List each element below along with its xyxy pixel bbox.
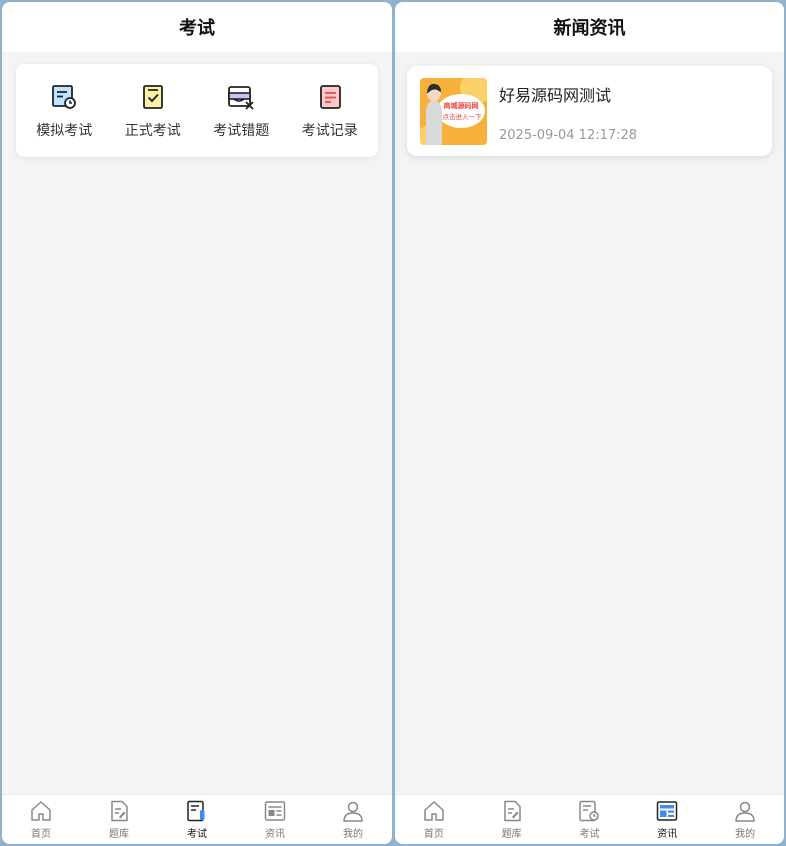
tab-home[interactable]: 首页 <box>6 799 76 840</box>
news-screen: 新闻资讯 商城源码网 点击进入一下 好易源码网测试 2025-09-04 12:… <box>395 2 784 844</box>
tab-exam-label: 考试 <box>187 829 207 840</box>
wrong-questions-label: 考试错题 <box>213 122 270 139</box>
tab-profile[interactable]: 我的 <box>710 799 780 840</box>
profile-icon <box>735 801 755 822</box>
exam-menu-card: 模拟考试 正式考试 考试错题 考试记录 <box>16 64 378 157</box>
news-text: 好易源码网测试 2025-09-04 12:17:28 <box>499 78 637 145</box>
tab-home-label: 首页 <box>423 829 444 840</box>
profile-icon <box>343 801 363 822</box>
tab-home[interactable]: 首页 <box>399 799 469 840</box>
tab-exam-label: 考试 <box>579 829 600 840</box>
tab-question-bank[interactable]: 题库 <box>84 799 154 840</box>
mock-exam-button[interactable]: 模拟考试 <box>23 82 105 140</box>
news-thumbnail-image: 商城源码网 点击进入一下 <box>420 77 487 145</box>
tab-news[interactable]: 资讯 <box>632 799 702 840</box>
tab-news-label: 资讯 <box>265 829 285 840</box>
home-icon <box>424 801 444 821</box>
tab-question-bank[interactable]: 题库 <box>477 799 547 840</box>
formal-exam-button[interactable]: 正式考试 <box>112 82 194 140</box>
wrong-questions-button[interactable]: 考试错题 <box>200 82 282 140</box>
tab-news[interactable]: 资讯 <box>240 799 310 840</box>
question-bank-icon <box>503 800 521 822</box>
tab-question-bank-label: 题库 <box>109 829 129 840</box>
tab-news-label: 资讯 <box>657 829 678 840</box>
tab-profile-label: 我的 <box>343 829 363 840</box>
formal-exam-label: 正式考试 <box>124 122 181 139</box>
exam-icon <box>579 800 600 822</box>
news-thumbnail: 商城源码网 点击进入一下 <box>420 77 487 145</box>
exam-screen: 考试 模拟考试 正式考试 考试错题 考试记录 首页 题库 考试 资讯 我的 <box>2 2 392 844</box>
tab-question-bank-label: 题库 <box>501 829 522 840</box>
exam-record-button[interactable]: 考试记录 <box>289 82 371 140</box>
tab-home-label: 首页 <box>31 829 51 840</box>
tab-profile-label: 我的 <box>735 829 756 840</box>
thumb-text-2: 点击进入一下 <box>443 112 483 121</box>
news-icon <box>657 801 678 821</box>
tab-profile[interactable]: 我的 <box>318 799 388 840</box>
bottom-tabbar: 首页 题库 考试 资讯 我的 <box>395 794 784 844</box>
mock-exam-icon <box>52 84 77 109</box>
tab-exam[interactable]: 考试 <box>554 799 624 840</box>
bottom-tabbar: 首页 题库 考试 资讯 我的 <box>2 794 392 844</box>
thumb-text-1: 商城源码网 <box>444 101 479 110</box>
news-date: 2025-09-04 12:17:28 <box>499 127 638 143</box>
news-title: 好易源码网测试 <box>499 85 612 105</box>
exam-record-label: 考试记录 <box>301 122 358 139</box>
page-title: 新闻资讯 <box>553 18 626 39</box>
exam-record-icon <box>319 84 341 109</box>
exam-navbar: 考试 <box>2 2 392 52</box>
home-icon <box>31 801 51 821</box>
news-icon <box>264 801 286 821</box>
news-navbar: 新闻资讯 <box>395 2 784 52</box>
news-item[interactable]: 商城源码网 点击进入一下 好易源码网测试 2025-09-04 12:17:28 <box>407 66 772 156</box>
mock-exam-label: 模拟考试 <box>36 122 93 139</box>
exam-icon <box>187 800 205 822</box>
question-bank-icon <box>111 800 128 822</box>
page-title: 考试 <box>179 18 215 39</box>
wrong-questions-icon <box>228 85 254 110</box>
tab-exam[interactable]: 考试 <box>162 799 232 840</box>
formal-exam-icon <box>142 84 163 109</box>
